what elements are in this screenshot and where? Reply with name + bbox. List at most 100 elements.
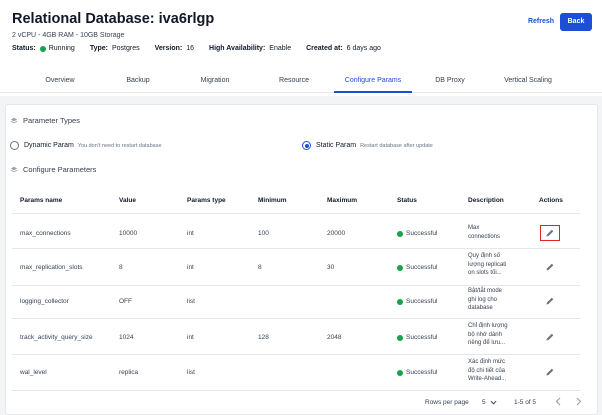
- pencil-icon: [546, 263, 554, 271]
- param-minimum: 128: [258, 334, 269, 341]
- running-status-dot-icon: [39, 45, 46, 52]
- param-value: replica: [119, 369, 139, 376]
- description-line: độ chi tiết của: [468, 367, 506, 374]
- status-badge: Successful: [397, 334, 437, 341]
- dynamic-param-radio[interactable]: Dynamic Param You don't need to restart …: [10, 141, 162, 150]
- param-type: int: [187, 230, 194, 237]
- static-param-radio[interactable]: Static Param Restart database after upda…: [302, 141, 433, 150]
- success-dot-icon: [397, 230, 403, 237]
- refresh-button[interactable]: Refresh: [523, 15, 559, 29]
- layers-icon: [10, 117, 18, 123]
- radio-checked-icon[interactable]: [302, 141, 311, 150]
- status-text: Successful: [406, 298, 438, 305]
- param-type: list: [187, 369, 195, 376]
- row-divider: [12, 354, 580, 355]
- param-name: max_connections: [20, 230, 71, 237]
- row-divider: [12, 318, 580, 319]
- param-value: 10000: [119, 230, 138, 237]
- param-description: Quy định số lượng replicati on slots tối…: [468, 252, 520, 278]
- meta-created-at: Created at: 6 days ago: [306, 45, 381, 52]
- param-name: track_activity_query_size: [20, 334, 93, 341]
- edit-param-button[interactable]: [541, 329, 559, 345]
- section-title: Parameter Types: [23, 116, 80, 125]
- row-divider: [12, 213, 580, 214]
- meta-value: Postgres: [111, 45, 140, 52]
- description-line: database: [468, 305, 493, 311]
- tab-db-proxy[interactable]: DB Proxy: [428, 71, 472, 93]
- radio-hint: Restart database after update: [360, 142, 433, 149]
- status-badge: Successful: [397, 264, 437, 271]
- configure-parameters-heading: Configure Parameters: [10, 165, 96, 174]
- tab-vertical-scaling[interactable]: Vertical Scaling: [496, 71, 560, 93]
- edit-param-button[interactable]: [541, 259, 559, 275]
- column-header-actions: Actions: [539, 197, 563, 204]
- column-header-value: Value: [119, 197, 136, 204]
- meta-value: 16: [186, 45, 195, 52]
- meta-value: Enable: [269, 45, 292, 52]
- status-badge: Successful: [397, 230, 437, 237]
- param-type: list: [187, 298, 195, 305]
- layers-icon: [10, 166, 18, 172]
- radio-label: Static Param: [316, 142, 357, 149]
- pencil-icon: [546, 368, 554, 376]
- meta-value: 6 days ago: [346, 45, 381, 52]
- param-type: int: [187, 334, 194, 341]
- tab-resource[interactable]: Resource: [272, 71, 316, 93]
- page-range: 1-5 of 5: [514, 399, 537, 406]
- rows-per-page-value: 5: [482, 399, 486, 406]
- description-line: Write-Ahead...: [468, 376, 507, 382]
- description-line: Xác định mức: [468, 359, 506, 365]
- success-dot-icon: [397, 369, 403, 376]
- column-header-minimum: Minimum: [258, 197, 287, 204]
- next-page-button[interactable]: [576, 397, 582, 408]
- rows-per-page-select[interactable]: 5: [482, 399, 497, 406]
- description-line: on slots tối...: [468, 270, 502, 276]
- edit-param-button[interactable]: [541, 293, 559, 309]
- description-line: bộ nhớ dành: [468, 331, 502, 338]
- meta-key: Created at:: [306, 45, 343, 52]
- param-description: Xác định mức độ chi tiết của Write-Ahead…: [468, 358, 520, 384]
- description-line: connections: [468, 233, 501, 240]
- meta-key: Status:: [12, 45, 36, 52]
- success-dot-icon: [397, 298, 403, 305]
- page-title: Relational Database: iva6rlgp: [12, 11, 215, 27]
- param-minimum: 100: [258, 230, 269, 237]
- section-title: Configure Parameters: [23, 165, 97, 174]
- meta-row: Status: Running Type: Postgres Version: …: [12, 45, 396, 52]
- param-maximum: 20000: [327, 230, 346, 237]
- param-description: Max connections: [468, 224, 520, 241]
- pencil-icon: [546, 333, 554, 341]
- tab-configure-params[interactable]: Configure Params: [334, 71, 412, 93]
- meta-high-availability: High Availability: Enable: [209, 45, 291, 52]
- radio-label: Dynamic Param: [24, 142, 74, 149]
- column-header-description: Description: [468, 197, 504, 204]
- pencil-icon: [546, 229, 554, 237]
- edit-param-button[interactable]: [540, 225, 560, 241]
- description-line: ghi log cho: [468, 296, 498, 303]
- param-name: max_replication_slots: [20, 264, 83, 271]
- edit-param-button[interactable]: [541, 364, 559, 380]
- tab-backup[interactable]: Backup: [118, 71, 158, 93]
- status-badge: Successful: [397, 298, 437, 305]
- status-text: Successful: [406, 334, 438, 341]
- column-header-maximum: Maximum: [327, 197, 357, 204]
- param-description: Chỉ định lượng bộ nhớ dành riêng để lưu.…: [468, 322, 520, 348]
- prev-page-button[interactable]: [555, 397, 561, 408]
- tab-migration[interactable]: Migration: [193, 71, 237, 93]
- param-name: logging_collector: [20, 298, 69, 305]
- back-button[interactable]: Back: [560, 13, 592, 31]
- instance-spec: 2 vCPU - 4GB RAM - 10GB Storage: [12, 32, 125, 39]
- status-text: Successful: [406, 369, 438, 376]
- param-value: OFF: [119, 298, 132, 305]
- chevron-down-icon: [490, 400, 497, 405]
- description-line: lượng replicati: [468, 261, 507, 268]
- tab-overview[interactable]: Overview: [38, 71, 82, 93]
- row-divider: [12, 390, 580, 391]
- chevron-right-icon: [576, 397, 582, 406]
- radio-hint: You don't need to restart database: [77, 142, 162, 149]
- meta-key: Version:: [154, 45, 183, 52]
- column-header-params-name: Params name: [20, 197, 63, 204]
- radio-circle-icon[interactable]: [10, 141, 19, 150]
- pencil-icon: [546, 297, 554, 305]
- column-header-params-type: Params type: [187, 197, 226, 204]
